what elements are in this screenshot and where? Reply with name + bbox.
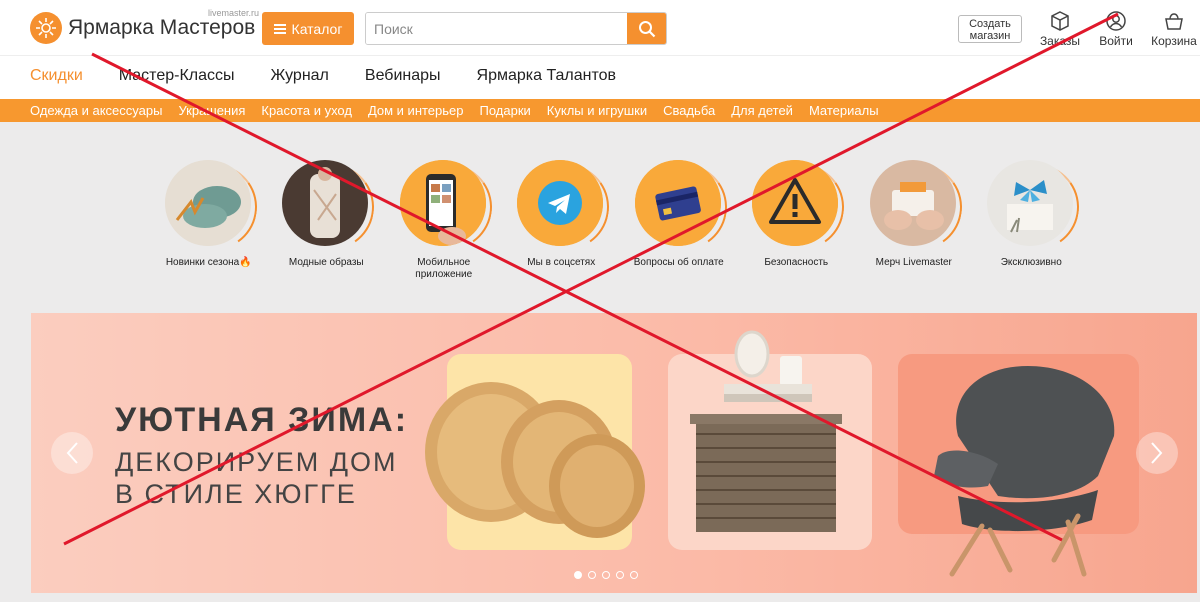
orders-link[interactable]: Заказы	[1030, 10, 1090, 48]
create-shop-button[interactable]: Создать магазин	[958, 15, 1022, 43]
login-label: Войти	[1099, 34, 1133, 48]
telegram-icon	[517, 160, 604, 246]
logo-subtitle: livemaster.ru	[208, 8, 260, 18]
banner-subtitle: ДЕКОРИРУЕМ ДОМ В СТИЛЕ ХЮГГЕ	[115, 446, 397, 510]
menu-icon	[273, 23, 286, 34]
site-header: Ярмарка Мастеров livemaster.ru Каталог С…	[0, 0, 1200, 56]
nav-webinars[interactable]: Вебинары	[365, 67, 441, 85]
search-box	[365, 12, 667, 45]
box-icon	[1051, 11, 1069, 31]
nav-master-classes[interactable]: Мастер-Классы	[119, 67, 235, 85]
story-label: Новинки сезона🔥	[165, 257, 252, 268]
top-nav: Скидки Мастер-Классы Журнал Вебинары Ярм…	[30, 67, 616, 85]
story-item[interactable]: Мобильное приложение	[385, 157, 503, 281]
nav-journal[interactable]: Журнал	[271, 67, 329, 85]
story-item[interactable]: Новинки сезона🔥	[150, 157, 268, 281]
knit-hat-icon	[164, 160, 251, 246]
prev-slide-button[interactable]	[51, 432, 93, 474]
catalog-button[interactable]: Каталог	[262, 12, 354, 45]
banner-title: УЮТНАЯ ЗИМА:	[115, 401, 409, 439]
wicker-table-image	[668, 330, 872, 550]
search-button[interactable]	[627, 13, 666, 44]
story-label: Вопросы об оплате	[633, 257, 724, 268]
story-label: Модные образы	[288, 257, 364, 268]
category-bar: Одежда и аксессуары Украшения Красота и …	[0, 99, 1200, 122]
category-jewelry[interactable]: Украшения	[178, 103, 245, 118]
story-label: Безопасность	[764, 257, 829, 268]
chevron-left-icon	[66, 442, 78, 464]
category-gifts[interactable]: Подарки	[480, 103, 531, 118]
cart-label: Корзина	[1151, 34, 1197, 48]
story-item[interactable]: Мерч Livemaster	[855, 157, 973, 281]
nav-talents[interactable]: Ярмарка Талантов	[477, 67, 617, 85]
story-item[interactable]: Мы в соцсетях	[503, 157, 621, 281]
banner-subtitle-line: ДЕКОРИРУЕМ ДОМ	[115, 447, 398, 477]
stories-row: Новинки сезона🔥 Модные образы Мобильное …	[150, 157, 1091, 281]
category-dolls[interactable]: Куклы и игрушки	[547, 103, 647, 118]
story-label: Мерч Livemaster	[875, 257, 952, 268]
wooden-plates-image	[425, 354, 645, 550]
fashion-icon	[282, 160, 369, 246]
armchair-image	[898, 354, 1139, 577]
search-icon	[638, 20, 655, 37]
cart-link[interactable]: Корзина	[1144, 10, 1200, 48]
story-item[interactable]: Безопасность	[738, 157, 856, 281]
promo-banner[interactable]: УЮТНАЯ ЗИМА: ДЕКОРИРУЕМ ДОМ В СТИЛЕ ХЮГГ…	[31, 313, 1197, 593]
next-slide-button[interactable]	[1136, 432, 1178, 474]
slide-dot[interactable]	[588, 571, 596, 579]
logo-text: Ярмарка Мастеров	[68, 16, 256, 39]
banner-subtitle-line: В СТИЛЕ ХЮГГЕ	[115, 479, 357, 509]
login-link[interactable]: Войти	[1086, 10, 1146, 48]
merch-icon	[869, 160, 956, 246]
category-wedding[interactable]: Свадьба	[663, 103, 715, 118]
slide-indicators	[574, 571, 638, 579]
category-beauty[interactable]: Красота и уход	[261, 103, 352, 118]
phone-icon	[399, 160, 486, 246]
butterfly-icon	[987, 160, 1074, 246]
user-icon	[1106, 11, 1126, 31]
chevron-right-icon	[1151, 442, 1163, 464]
logo-sun-icon	[30, 12, 62, 44]
story-label: Эксклюзивно	[1000, 257, 1062, 268]
category-home[interactable]: Дом и интерьер	[368, 103, 464, 118]
category-kids[interactable]: Для детей	[731, 103, 793, 118]
slide-dot[interactable]	[602, 571, 610, 579]
slide-dot[interactable]	[616, 571, 624, 579]
story-item[interactable]: Модные образы	[268, 157, 386, 281]
slide-dot[interactable]	[574, 571, 582, 579]
story-item[interactable]: Эксклюзивно	[973, 157, 1091, 281]
story-label: Мобильное приложение	[415, 257, 473, 280]
category-materials[interactable]: Материалы	[809, 103, 879, 118]
logo[interactable]: Ярмарка Мастеров livemaster.ru	[30, 8, 259, 44]
warning-icon	[752, 160, 839, 246]
story-label: Мы в соцсетях	[527, 257, 596, 268]
story-item[interactable]: Вопросы об оплате	[620, 157, 738, 281]
card-icon	[634, 160, 721, 246]
search-input[interactable]	[366, 13, 628, 44]
basket-icon	[1165, 13, 1183, 30]
nav-discounts[interactable]: Скидки	[30, 67, 83, 85]
category-clothing[interactable]: Одежда и аксессуары	[30, 103, 162, 118]
slide-dot[interactable]	[630, 571, 638, 579]
catalog-label: Каталог	[291, 20, 343, 37]
orders-label: Заказы	[1039, 34, 1081, 48]
